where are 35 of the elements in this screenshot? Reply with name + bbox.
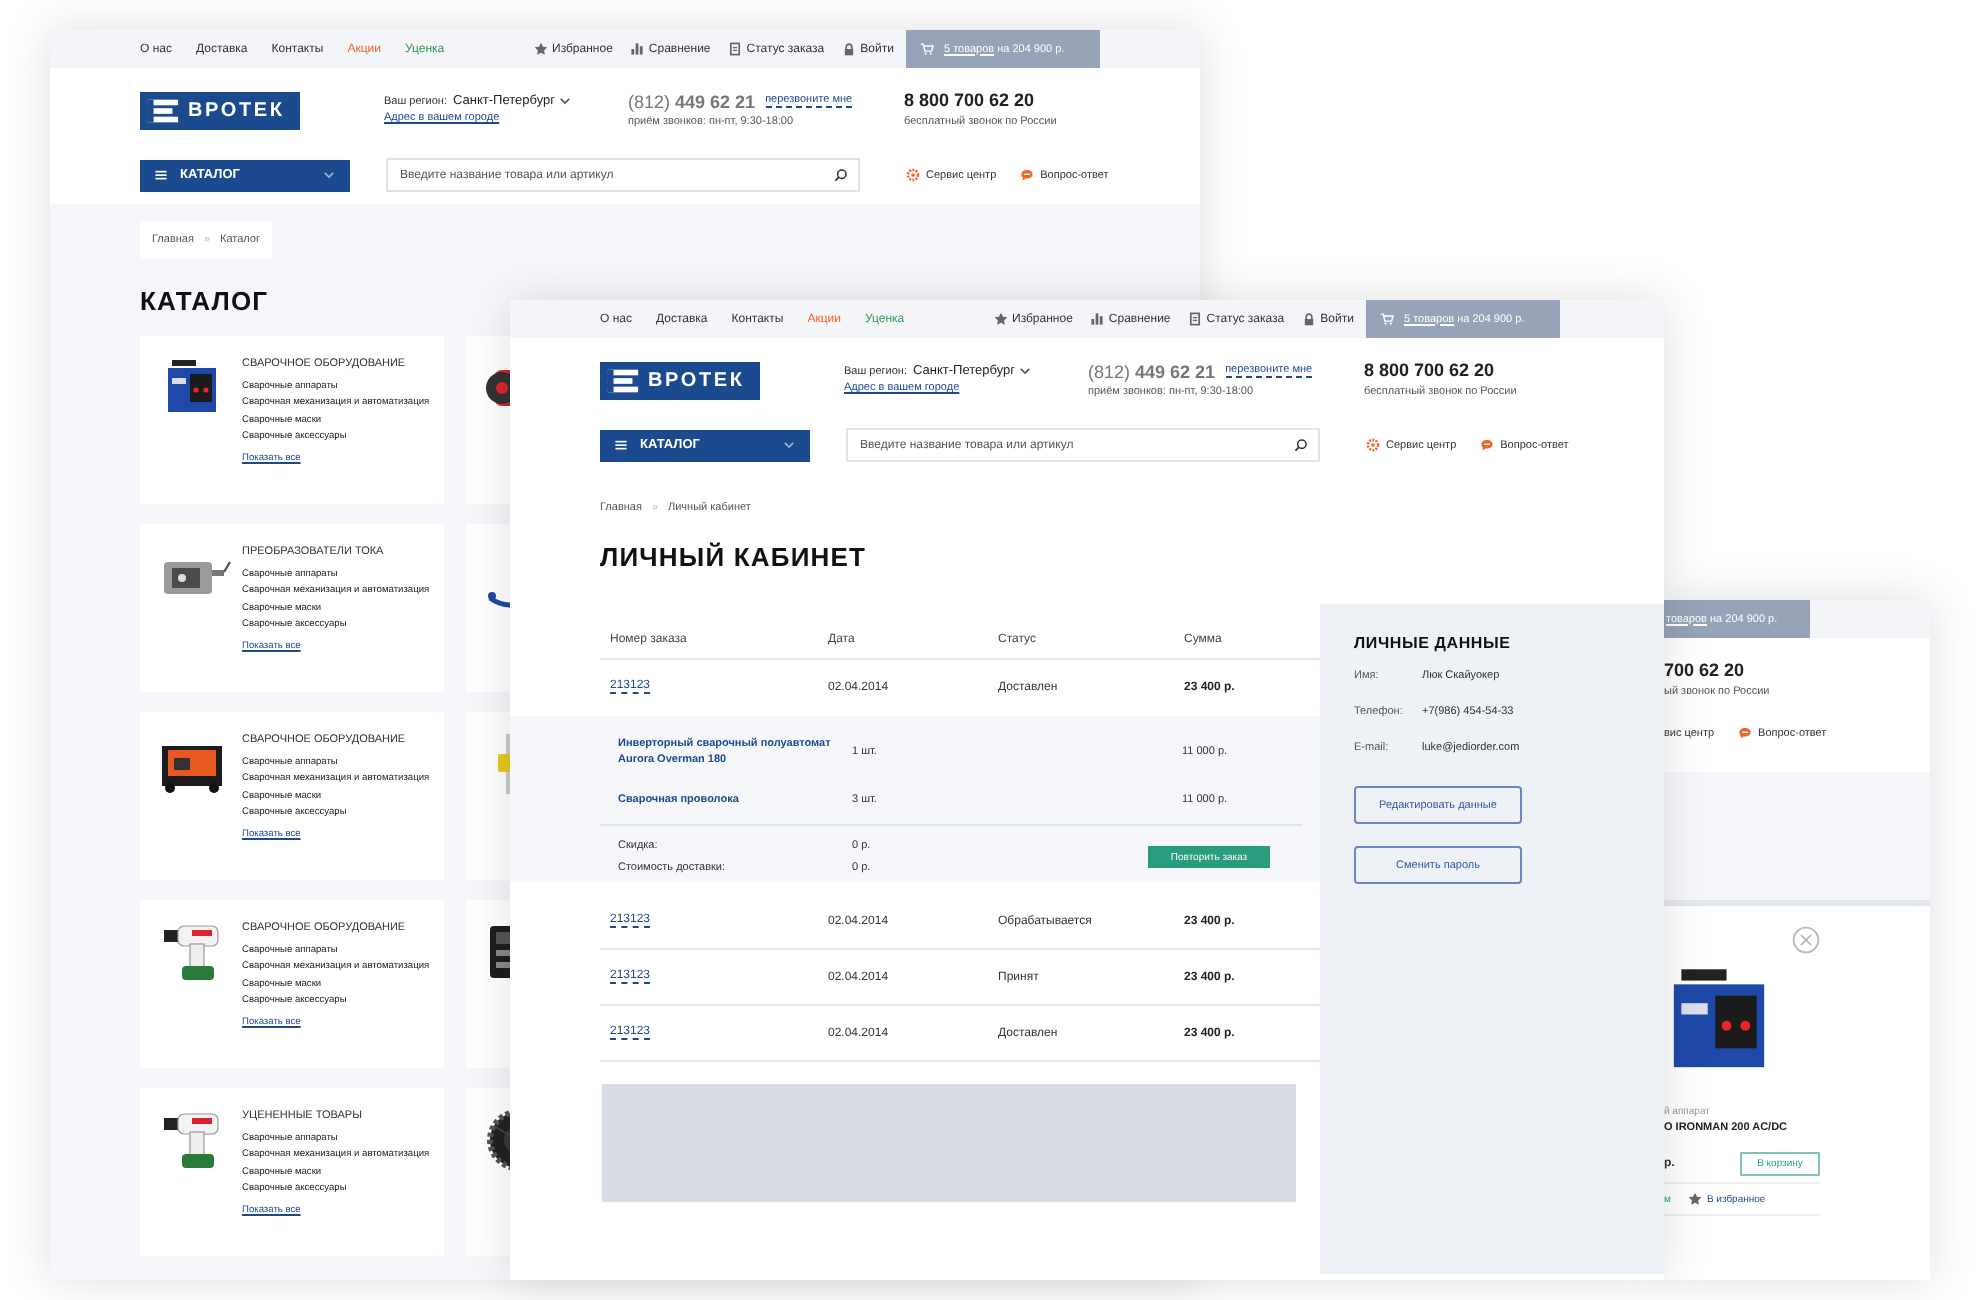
chevron-icon <box>782 438 796 452</box>
logo[interactable]: ВРОТЕК <box>600 362 760 400</box>
search-icon[interactable] <box>1294 438 1308 452</box>
document-icon <box>1188 312 1203 326</box>
star-icon <box>994 312 1008 326</box>
menu-icon <box>614 438 628 452</box>
cart-icon[interactable] <box>1380 312 1394 326</box>
menu-icon <box>154 168 168 182</box>
free-phone-number: 8 800 700 62 20 <box>1364 360 1497 382</box>
close-icon[interactable] <box>1792 926 1820 954</box>
phone-number: (812) 449 62 21 <box>1088 361 1216 381</box>
chat-icon <box>1020 168 1035 182</box>
page-title: КАТАЛОГ <box>140 286 271 316</box>
page-title: ЛИЧНЫЙ КАБИНЕТ <box>600 542 869 572</box>
chart-icon <box>630 42 645 56</box>
logo[interactable]: ВРОТЕК <box>140 92 300 130</box>
star-icon <box>534 42 548 56</box>
chart-icon <box>1090 312 1105 326</box>
chevron-icon <box>322 168 336 182</box>
lock-icon <box>1302 312 1317 326</box>
star-icon <box>1688 1192 1703 1206</box>
search-icon[interactable] <box>834 168 848 182</box>
document-icon <box>728 42 743 56</box>
gear-icon <box>1366 438 1380 452</box>
free-phone-number: 8 800 700 62 20 <box>904 90 1037 112</box>
lock-icon <box>842 42 857 56</box>
phone-number: (812) 449 62 21 <box>628 91 756 111</box>
chevron-icon <box>1018 364 1033 378</box>
chat-icon <box>1480 438 1495 452</box>
cart-icon[interactable] <box>920 42 934 56</box>
gear-icon <box>906 168 920 182</box>
panel-title: ЛИЧНЫЕ ДАННЫЕ <box>1354 634 1513 652</box>
chevron-icon <box>558 94 573 108</box>
chat-icon <box>1738 726 1753 740</box>
free-phone-number: 700 62 20 <box>1664 660 1747 682</box>
